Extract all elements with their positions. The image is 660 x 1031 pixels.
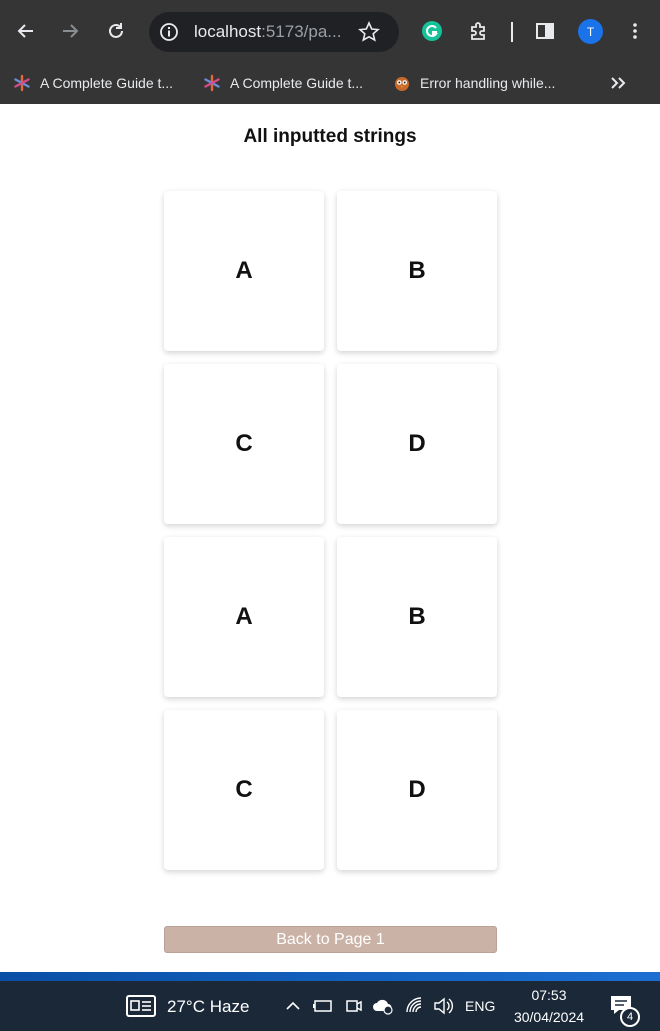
string-card: D (337, 364, 497, 524)
language-indicator[interactable]: ENG (465, 998, 495, 1014)
page-title: All inputted strings (243, 126, 417, 147)
news-weather-icon[interactable] (126, 995, 156, 1017)
weather-text[interactable]: 27°C Haze (167, 997, 249, 1017)
side-panel-icon (536, 23, 554, 39)
string-card: A (164, 191, 324, 351)
notification-count-badge: 4 (620, 1007, 640, 1027)
bookmark-star-icon[interactable] (358, 21, 380, 43)
profile-avatar[interactable]: T (578, 19, 603, 44)
asterisk-favicon-icon (14, 74, 30, 92)
string-card: A (164, 537, 324, 697)
taskbar: 27°C Haze ENG 07:53 30/04/2024 4 (0, 981, 660, 1031)
chevron-up-icon[interactable] (284, 997, 302, 1015)
wifi-icon[interactable] (404, 995, 424, 1015)
camera-icon[interactable] (344, 996, 364, 1016)
reload-button[interactable] (99, 14, 133, 48)
extensions-button[interactable] (461, 14, 495, 48)
forward-button[interactable] (53, 14, 87, 48)
back-to-page-1-button[interactable]: Back to Page 1 (164, 926, 497, 953)
side-panel-button[interactable] (528, 14, 562, 48)
bookmarks-bar: A Complete Guide t... A Complete Guide t… (0, 62, 660, 104)
site-info-icon[interactable] (159, 22, 179, 42)
back-button[interactable] (9, 14, 43, 48)
grammarly-icon (422, 21, 442, 41)
bookmark-label: A Complete Guide t... (230, 75, 364, 91)
browser-toolbar: localhost:5173/pa... T (0, 0, 660, 62)
taskbar-accent-strip (0, 972, 660, 981)
double-chevron-right-icon[interactable] (606, 71, 630, 95)
string-card: D (337, 710, 497, 870)
bookmark-label: A Complete Guide t... (40, 75, 174, 91)
browser-menu-button[interactable] (618, 14, 652, 48)
string-card: B (337, 191, 497, 351)
bookmark-item[interactable]: A Complete Guide t... (13, 68, 173, 98)
battery-icon[interactable] (312, 997, 334, 1015)
kebab-menu-icon (633, 23, 637, 39)
url-text: localhost:5173/pa... (194, 22, 341, 42)
url-path: :5173/pa... (261, 22, 342, 41)
bookmark-item[interactable]: Error handling while... (393, 68, 555, 98)
url-host: localhost (194, 22, 262, 41)
cloud-sync-icon[interactable] (371, 996, 395, 1016)
bookmark-label: Error handling while... (420, 75, 556, 91)
owl-favicon-icon (395, 77, 409, 91)
clock-date[interactable]: 30/04/2024 (505, 1009, 593, 1025)
grammarly-extension-button[interactable] (415, 14, 449, 48)
string-card: C (164, 364, 324, 524)
address-bar[interactable]: localhost:5173/pa... (149, 12, 399, 52)
string-card: B (337, 537, 497, 697)
reload-icon (109, 23, 123, 38)
string-card-grid: A B C D A B C D (164, 191, 498, 870)
clock-time[interactable]: 07:53 (505, 987, 593, 1003)
arrow-right-icon (63, 24, 79, 38)
string-card: C (164, 710, 324, 870)
puzzle-icon (471, 22, 485, 40)
asterisk-favicon-icon (204, 74, 220, 92)
toolbar-divider (511, 22, 513, 42)
volume-icon[interactable] (432, 996, 454, 1016)
bookmark-item[interactable]: A Complete Guide t... (203, 68, 363, 98)
arrow-left-icon (17, 24, 33, 38)
